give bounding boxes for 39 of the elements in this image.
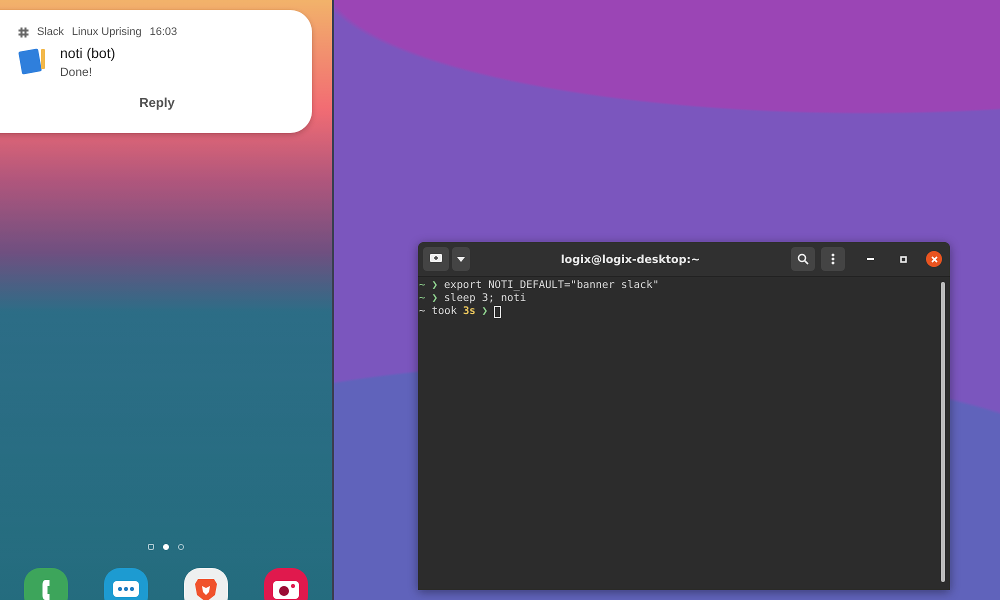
- app-icon[interactable]: [24, 568, 68, 600]
- search-icon: [797, 253, 809, 265]
- minimize-icon: [866, 258, 874, 260]
- home-page-indicator[interactable]: [148, 544, 154, 550]
- camera-icon: [272, 579, 300, 600]
- new-tab-icon: [430, 254, 442, 264]
- close-button[interactable]: [926, 251, 942, 267]
- app-icon[interactable]: [104, 568, 148, 600]
- prompt-text: ~ ❯: [419, 279, 438, 292]
- window-title: logix@logix-desktop:~: [560, 252, 702, 266]
- speech-bubble-icon: [112, 578, 140, 600]
- duration-text: 3s: [462, 305, 476, 318]
- reply-button[interactable]: Reply: [129, 91, 185, 114]
- notification-message: Done!: [60, 65, 94, 79]
- phone-icon: [42, 580, 50, 600]
- menu-icon: [831, 253, 835, 265]
- sender-name: noti (bot): [60, 45, 116, 61]
- app-name: Slack: [37, 26, 64, 38]
- close-icon: [930, 256, 938, 262]
- command-text: ~ took: [419, 305, 457, 318]
- dropdown-button[interactable]: [452, 247, 470, 271]
- caret-icon: [457, 256, 465, 262]
- app-icon[interactable]: [184, 568, 228, 600]
- menu-button[interactable]: [821, 247, 845, 271]
- command-text: sleep 3; noti: [444, 292, 526, 305]
- maximize-icon: [900, 256, 906, 262]
- new-tab-button[interactable]: [423, 247, 449, 271]
- scrollbar[interactable]: [941, 282, 945, 582]
- command-text: export NOTI_DEFAULT="banner slack": [444, 279, 659, 292]
- notification-time: 16:03: [150, 26, 178, 38]
- workspace-name: Linux Uprising: [72, 26, 142, 38]
- lion-shield-icon: [194, 577, 218, 600]
- app-icon[interactable]: [264, 568, 308, 600]
- cursor: [494, 306, 501, 318]
- prompt-text: ~ ❯: [419, 292, 438, 305]
- hash-icon: [18, 26, 29, 38]
- prompt-text: ❯: [482, 305, 488, 318]
- search-button[interactable]: [791, 247, 815, 271]
- page-indicator[interactable]: [178, 544, 184, 550]
